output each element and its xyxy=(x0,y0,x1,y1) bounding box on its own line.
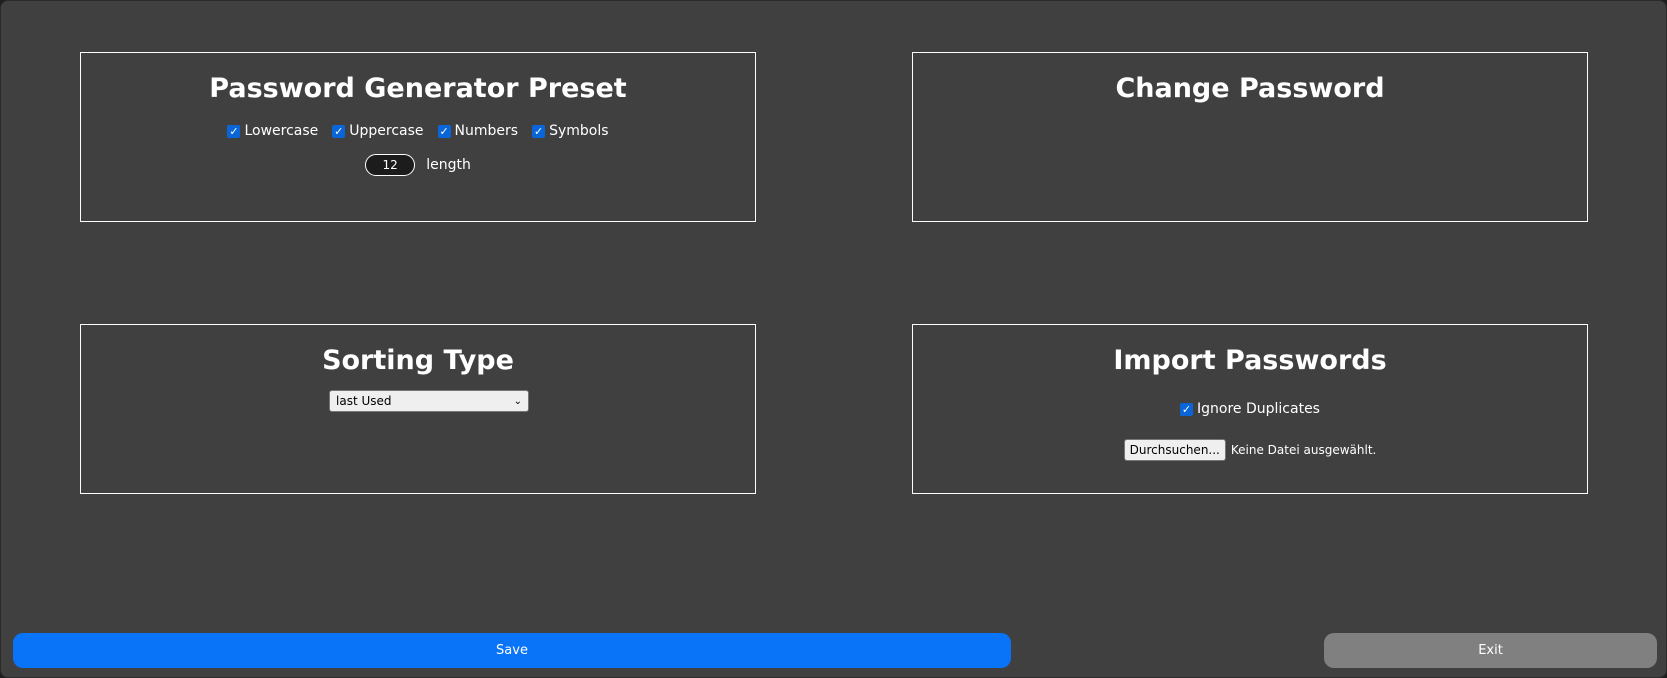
length-row: length xyxy=(81,154,755,176)
symbols-label: Symbols xyxy=(549,123,609,139)
ignore-duplicates-label: Ignore Duplicates xyxy=(1197,401,1320,417)
numbers-label: Numbers xyxy=(454,123,519,139)
length-label: length xyxy=(426,157,471,173)
password-generator-title: Password Generator Preset xyxy=(209,73,627,104)
ignore-duplicates-option[interactable]: ✓ Ignore Duplicates xyxy=(913,401,1587,417)
checkmark-icon[interactable]: ✓ xyxy=(332,124,346,138)
symbols-option[interactable]: ✓ Symbols xyxy=(532,121,609,141)
checkmark-icon[interactable]: ✓ xyxy=(532,124,546,138)
sorting-type-title: Sorting Type xyxy=(322,345,514,376)
checkmark-icon[interactable]: ✓ xyxy=(1180,402,1194,416)
uppercase-option[interactable]: ✓ Uppercase xyxy=(332,121,424,141)
uppercase-label: Uppercase xyxy=(349,123,424,139)
import-passwords-panel: Import Passwords ✓ Ignore Duplicates Dur… xyxy=(912,324,1588,494)
save-button[interactable]: Save xyxy=(13,633,1011,668)
checkmark-icon[interactable]: ✓ xyxy=(227,124,241,138)
sorting-type-panel: Sorting Type last Used ⌄ xyxy=(80,324,756,494)
change-password-panel: Change Password xyxy=(912,52,1588,222)
exit-button[interactable]: Exit xyxy=(1324,633,1657,668)
password-generator-panel: Password Generator Preset ✓ Lowercase ✓ … xyxy=(80,52,756,222)
file-picker: Durchsuchen... Keine Datei ausgewählt. xyxy=(913,439,1587,461)
numbers-option[interactable]: ✓ Numbers xyxy=(437,121,519,141)
checkmark-icon[interactable]: ✓ xyxy=(437,124,451,138)
import-passwords-title: Import Passwords xyxy=(1113,345,1387,376)
no-file-text: Keine Datei ausgewählt. xyxy=(1230,443,1377,457)
chevron-down-icon: ⌄ xyxy=(513,395,522,407)
lowercase-option[interactable]: ✓ Lowercase xyxy=(227,121,318,141)
length-input[interactable] xyxy=(365,154,416,176)
sorting-selected-value: last Used xyxy=(336,394,392,408)
lowercase-label: Lowercase xyxy=(244,123,319,139)
browse-button[interactable]: Durchsuchen... xyxy=(1123,439,1226,461)
settings-window: Password Generator Preset ✓ Lowercase ✓ … xyxy=(0,0,1667,678)
change-password-title: Change Password xyxy=(1115,73,1385,104)
sorting-select[interactable]: last Used ⌄ xyxy=(329,390,529,412)
generator-options: ✓ Lowercase ✓ Uppercase ✓ Numbers ✓ Symb… xyxy=(81,121,755,141)
